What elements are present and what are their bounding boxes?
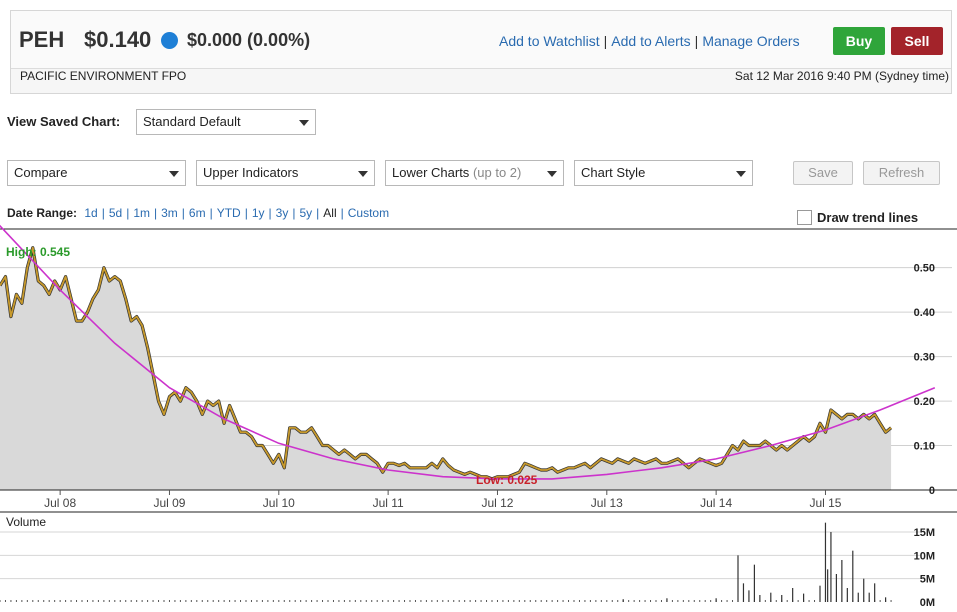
volume-tick-label: 15M: [914, 527, 935, 539]
x-tick-label: Jul 13: [591, 496, 623, 510]
y-tick-label: 0.20: [914, 396, 935, 408]
high-label: High: 0.545: [6, 245, 70, 259]
x-tick-label: Jul 12: [481, 496, 513, 510]
x-tick-label: Jul 08: [44, 496, 76, 510]
low-label: Low: 0.025: [476, 473, 538, 487]
volume-tick-label: 0M: [920, 597, 935, 609]
volume-label: Volume: [6, 515, 46, 529]
x-tick-label: Jul 15: [809, 496, 841, 510]
price-chart: 0 0.10 0.20 0.30 0.40 0.50 Jul 08 Jul 09 Jul 10 J…: [0, 224, 957, 609]
price-area: [0, 247, 892, 490]
x-tick-label: Jul 11: [373, 496, 404, 510]
y-tick-label: 0.10: [914, 441, 935, 453]
y-tick-label: 0.30: [914, 352, 935, 364]
volume-tick-label: 10M: [914, 550, 935, 562]
x-tick-label: Jul 10: [263, 496, 295, 510]
x-tick-label: Jul 14: [700, 496, 732, 510]
y-tick-label: 0.50: [914, 263, 935, 275]
volume-tick-label: 5M: [920, 574, 935, 586]
y-tick-label: 0.40: [914, 307, 935, 319]
y-tick-label: 0: [929, 485, 935, 497]
x-tick-label: Jul 09: [153, 496, 185, 510]
